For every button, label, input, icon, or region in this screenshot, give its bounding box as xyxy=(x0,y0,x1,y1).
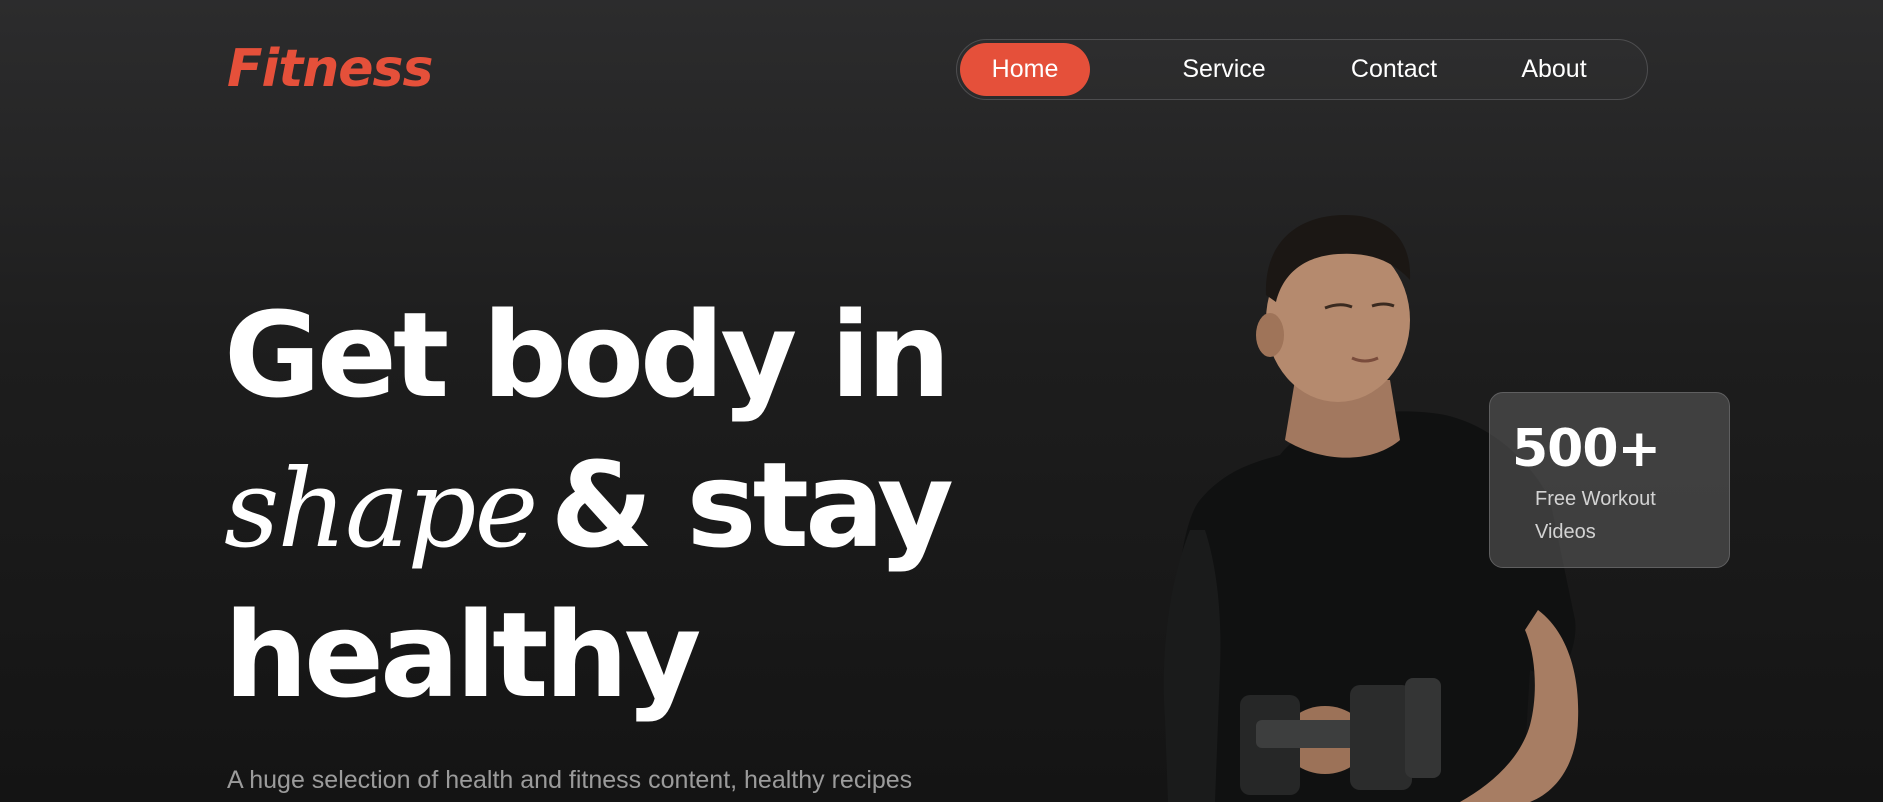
hero-title-line-2: shape & stay xyxy=(224,430,954,580)
nav-item-contact[interactable]: Contact xyxy=(1329,43,1459,96)
hero-title-line-2-rest: & stay xyxy=(550,436,954,574)
hero-title: Get body in shape & stay healthy xyxy=(224,280,954,730)
stat-value: 500+ xyxy=(1512,419,1661,479)
nav-item-about[interactable]: About xyxy=(1489,43,1619,96)
brand-logo[interactable]: Fitness xyxy=(227,36,433,102)
hero-title-line-1: Get body in xyxy=(224,286,951,424)
main-nav: Home Service Contact About xyxy=(956,39,1648,100)
nav-item-service[interactable]: Service xyxy=(1159,43,1289,96)
hero-subtitle: A huge selection of health and fitness c… xyxy=(227,766,913,794)
stat-card: 500+ Free Workout Videos xyxy=(1489,392,1730,568)
hero-script-word: shape xyxy=(224,447,538,572)
hero-title-line-3: healthy xyxy=(224,586,701,724)
nav-item-home[interactable]: Home xyxy=(960,43,1090,96)
stat-label: Free Workout Videos xyxy=(1535,488,1656,543)
